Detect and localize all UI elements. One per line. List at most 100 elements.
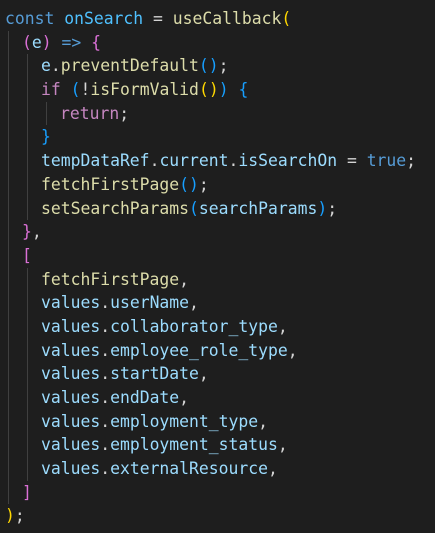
code-token: isSearchOn bbox=[238, 151, 338, 171]
code-token: userName bbox=[110, 293, 190, 313]
code-token: , bbox=[179, 269, 190, 289]
code-token: ) bbox=[41, 32, 52, 52]
code-line-text: values.externalResource, bbox=[41, 457, 278, 481]
indent-guide bbox=[8, 314, 9, 339]
code-line-text: ); bbox=[5, 504, 25, 528]
code-token: values bbox=[41, 435, 101, 455]
code-line-text: values.userName, bbox=[41, 291, 199, 315]
code-token: , bbox=[198, 364, 209, 384]
indent-guide bbox=[8, 243, 9, 268]
code-token: ; bbox=[119, 103, 130, 123]
code-token: useCallback bbox=[172, 9, 282, 28]
indent-guide bbox=[27, 338, 28, 363]
code-token: values bbox=[41, 293, 101, 313]
code-token: [ bbox=[22, 245, 32, 265]
indent-guide bbox=[8, 291, 9, 315]
code-line: }, bbox=[0, 220, 435, 244]
code-token: } bbox=[22, 222, 32, 242]
code-line-text: const onSearch = useCallback( bbox=[5, 7, 291, 31]
code-token: ; bbox=[327, 198, 338, 218]
code-line: values.employment_status, bbox=[0, 433, 435, 458]
indent-guide bbox=[8, 78, 9, 102]
code-token: . bbox=[50, 56, 61, 76]
code-token: collaborator_type bbox=[110, 316, 278, 336]
code-line: values.userName, bbox=[0, 291, 435, 315]
code-line: fetchFirstPage, bbox=[0, 267, 435, 292]
indent-guide bbox=[8, 362, 9, 386]
code-token: employee_role_type bbox=[110, 340, 288, 360]
code-token: employment_type bbox=[110, 411, 259, 431]
indent-guide bbox=[46, 101, 47, 126]
code-token: , bbox=[31, 222, 42, 242]
code-line-text: [ bbox=[22, 244, 32, 268]
code-token: , bbox=[277, 316, 288, 336]
code-line-text: values.employee_role_type, bbox=[41, 339, 298, 363]
code-token: ( bbox=[189, 198, 199, 218]
code-line: setSearchParams(searchParams); bbox=[0, 196, 435, 221]
code-token: ) bbox=[317, 198, 328, 218]
indent-guide bbox=[27, 196, 28, 221]
code-line-text: e.preventDefault(); bbox=[41, 54, 229, 78]
code-line: values.employee_role_type, bbox=[0, 338, 435, 363]
indent-guide bbox=[27, 409, 28, 434]
code-line: } bbox=[0, 125, 435, 150]
code-token: , bbox=[287, 340, 298, 360]
code-token: , bbox=[277, 435, 288, 455]
code-token: e bbox=[41, 56, 51, 76]
code-token: ! bbox=[80, 80, 91, 100]
code-line: ] bbox=[0, 480, 435, 505]
code-line: if (!isFormValid()) { bbox=[0, 78, 435, 102]
code-token: values bbox=[41, 364, 101, 384]
code-token: ) bbox=[218, 80, 229, 100]
indent-guide bbox=[8, 267, 9, 292]
indent-guide bbox=[8, 54, 9, 79]
code-line: (e) => { bbox=[0, 30, 435, 55]
indent-guide bbox=[8, 457, 9, 481]
code-line-text: values.startDate, bbox=[41, 362, 209, 386]
code-line-text: values.collaborator_type, bbox=[41, 315, 288, 339]
code-line-text: values.endDate, bbox=[41, 386, 189, 410]
code-line-text: tempDataRef.current.isSearchOn = true; bbox=[41, 149, 416, 173]
code-editor[interactable]: const onSearch = useCallback((e) => {e.p… bbox=[0, 0, 435, 533]
code-token: ( bbox=[22, 32, 32, 52]
code-line: values.endDate, bbox=[0, 386, 435, 410]
code-token: ) bbox=[208, 80, 219, 100]
indent-guide bbox=[27, 457, 28, 481]
code-token: ; bbox=[218, 56, 229, 76]
code-token: values bbox=[41, 340, 101, 360]
indent-guide bbox=[27, 125, 28, 150]
code-token: , bbox=[258, 411, 268, 431]
code-token: true bbox=[366, 151, 407, 171]
code-token: ( bbox=[198, 56, 209, 76]
code-token: ( bbox=[70, 80, 81, 100]
code-token: . bbox=[100, 411, 111, 431]
code-token: ( bbox=[281, 9, 292, 28]
code-token: searchParams bbox=[198, 198, 318, 218]
code-token: , bbox=[189, 293, 199, 313]
code-line: e.preventDefault(); bbox=[0, 54, 435, 79]
code-token: , bbox=[267, 459, 278, 479]
indent-guide bbox=[27, 386, 28, 410]
code-token: onSearch bbox=[64, 9, 144, 28]
code-token: . bbox=[100, 293, 111, 313]
code-line: [ bbox=[0, 243, 435, 268]
indent-guide bbox=[27, 172, 28, 197]
code-token: ) bbox=[208, 56, 219, 76]
code-token: = bbox=[143, 9, 173, 28]
indent-guide bbox=[8, 101, 9, 126]
indent-guide bbox=[8, 220, 9, 244]
code-line: fetchFirstPage(); bbox=[0, 172, 435, 197]
indent-guide bbox=[8, 125, 9, 150]
code-line: const onSearch = useCallback( bbox=[0, 7, 435, 31]
code-token: . bbox=[100, 316, 111, 336]
code-token: ; bbox=[406, 151, 417, 171]
code-line: values.employment_type, bbox=[0, 409, 435, 434]
code-token: values bbox=[41, 411, 101, 431]
code-line: ); bbox=[0, 504, 435, 528]
code-token: { bbox=[91, 32, 101, 52]
